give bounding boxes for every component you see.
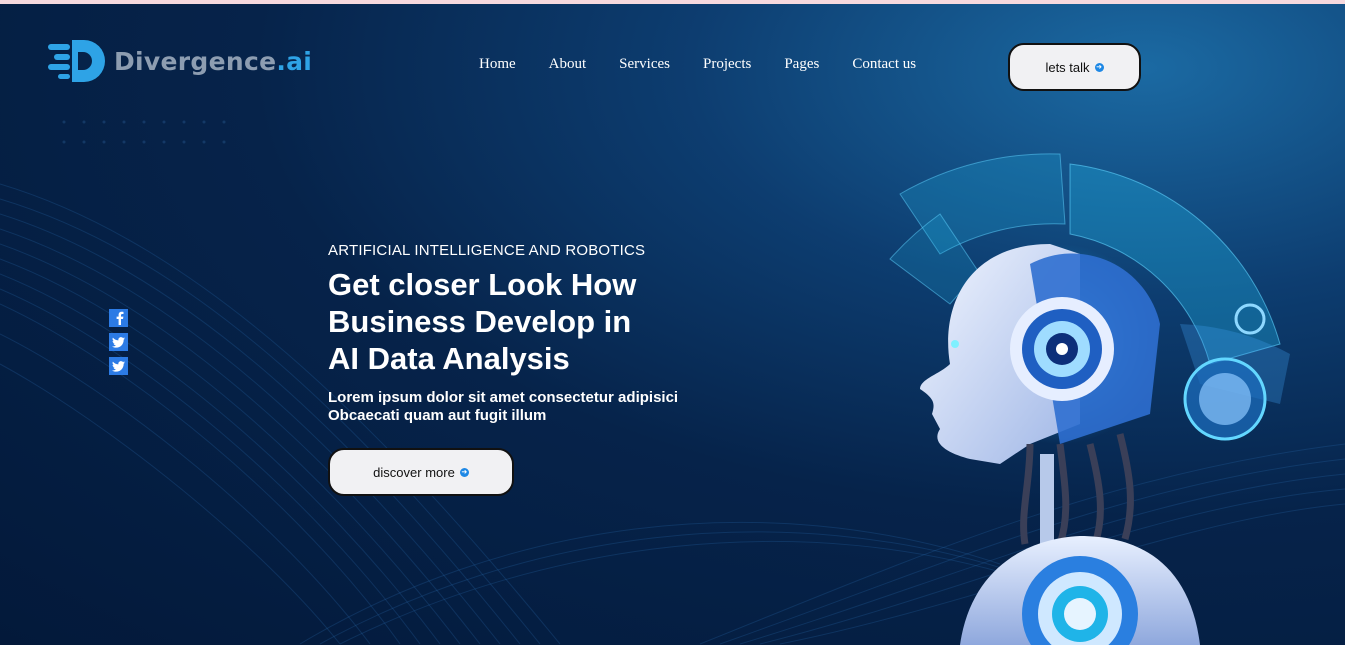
arrow-right-circle-icon: ➜ [459, 467, 469, 477]
headline-line: Get closer Look How [328, 267, 637, 302]
nav-about[interactable]: About [549, 56, 587, 73]
hero-description: Lorem ipsum dolor sit amet consectetur a… [328, 389, 678, 425]
hero-eyebrow: ARTIFICIAL INTELLIGENCE AND ROBOTICS [328, 242, 646, 259]
headline-line: Business Develop in [328, 304, 632, 339]
lets-talk-button[interactable]: lets talk ➜ [1008, 43, 1141, 91]
headline-line: AI Data Analysis [328, 341, 570, 376]
nav-contact[interactable]: Contact us [852, 56, 916, 73]
nav-projects[interactable]: Projects [703, 56, 751, 73]
social-links [109, 309, 128, 375]
arrow-right-circle-icon: ➜ [1094, 62, 1104, 72]
nav-home[interactable]: Home [479, 56, 516, 73]
discover-more-button[interactable]: discover more ➜ [328, 448, 514, 496]
twitter-icon[interactable] [109, 333, 128, 351]
main-nav: Home About Services Projects Pages Conta… [479, 56, 949, 73]
logo-mark-icon [48, 40, 105, 82]
hero-headline: Get closer Look How Business Develop in … [328, 266, 636, 377]
brand-logo[interactable]: Divergence.ai [48, 38, 312, 84]
hero-section: Divergence.ai Home About Services Projec… [0, 4, 1345, 645]
description-line: Lorem ipsum dolor sit amet consectetur a… [328, 389, 679, 406]
discover-more-label: discover more [373, 464, 455, 480]
lets-talk-label: lets talk [1045, 59, 1090, 75]
description-line: Obcaecati quam aut fugit illum [328, 407, 547, 424]
nav-services[interactable]: Services [619, 56, 670, 73]
twitter-icon[interactable] [109, 357, 128, 375]
nav-pages[interactable]: Pages [784, 56, 819, 73]
brand-name: Divergence.ai [114, 46, 313, 76]
facebook-icon[interactable] [109, 309, 128, 327]
ai-robot-illustration [889, 153, 1290, 645]
